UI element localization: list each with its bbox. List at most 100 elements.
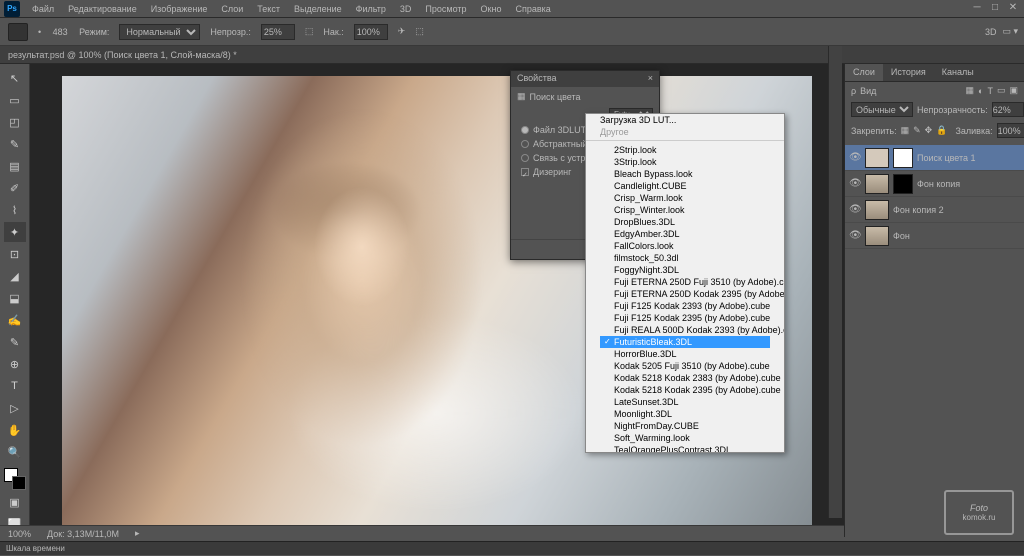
blur-tool[interactable]: ✎ — [4, 332, 26, 352]
lock-pos-icon[interactable]: ✥ — [925, 125, 933, 136]
lut-option[interactable]: Fuji REALA 500D Kodak 2393 (by Adobe).cu… — [600, 324, 770, 336]
marquee-tool[interactable]: ▭ — [4, 90, 26, 110]
filter-type-icon[interactable]: T — [987, 86, 993, 96]
layer-mask-thumb[interactable] — [893, 148, 913, 168]
layer-thumb[interactable] — [865, 226, 889, 246]
close-button[interactable]: ✕ — [1006, 2, 1020, 14]
lut-option[interactable]: filmstock_50.3dl — [600, 252, 770, 264]
menu-image[interactable]: Изображение — [145, 2, 214, 16]
layer-mask-thumb[interactable] — [893, 174, 913, 194]
lut-option[interactable]: Moonlight.3DL — [600, 408, 770, 420]
layer-name[interactable]: Фон копия — [917, 179, 960, 189]
lut-option[interactable]: Candlelight.CUBE — [600, 180, 770, 192]
heal-tool[interactable]: ⌇ — [4, 200, 26, 220]
fill-input[interactable] — [997, 123, 1024, 138]
lut-option[interactable]: Kodak 5218 Kodak 2395 (by Adobe).cube — [600, 384, 770, 396]
eyedropper-tool[interactable]: ✐ — [4, 178, 26, 198]
history-brush-tool[interactable]: ◢ — [4, 266, 26, 286]
layer-row[interactable]: 👁 Фон — [845, 223, 1024, 249]
lut-option[interactable]: Kodak 5218 Kodak 2383 (by Adobe).cube — [600, 372, 770, 384]
filter-adj-icon[interactable]: ◐ — [978, 86, 983, 96]
menu-edit[interactable]: Редактирование — [62, 2, 143, 16]
move-tool[interactable]: ↖ — [4, 68, 26, 88]
3d-mode[interactable]: 3D — [985, 27, 997, 37]
lut-option[interactable]: Kodak 5205 Fuji 3510 (by Adobe).cube — [600, 360, 770, 372]
layer-row[interactable]: 👁 Фон копия 2 — [845, 197, 1024, 223]
check-dither[interactable] — [521, 168, 529, 176]
radio-3dlut[interactable] — [521, 126, 529, 134]
layer-row[interactable]: 👁 Фон копия — [845, 171, 1024, 197]
blend-mode-select[interactable]: Обычные — [851, 102, 913, 117]
layer-filter-kind[interactable]: Вид — [860, 86, 876, 96]
collapsed-dock[interactable] — [828, 46, 842, 518]
visibility-icon[interactable]: 👁 — [849, 152, 861, 163]
lut-option[interactable]: Bleach Bypass.look — [600, 168, 770, 180]
lut-option[interactable]: Crisp_Winter.look — [600, 204, 770, 216]
filter-smart-icon[interactable]: ▣ — [1009, 85, 1018, 96]
dodge-tool[interactable]: ⊕ — [4, 354, 26, 374]
lut-option[interactable]: Fuji ETERNA 250D Kodak 2395 (by Adobe).c… — [600, 288, 770, 300]
minimize-button[interactable]: ─ — [970, 2, 984, 14]
tab-channels[interactable]: Каналы — [934, 64, 982, 81]
workspace-menu[interactable]: ▭ ▾ — [1002, 26, 1018, 37]
lut-option[interactable]: Fuji F125 Kodak 2395 (by Adobe).cube — [600, 312, 770, 324]
lut-option[interactable]: Fuji F125 Kodak 2393 (by Adobe).cube — [600, 300, 770, 312]
lut-option[interactable]: Crisp_Warm.look — [600, 192, 770, 204]
lasso-tool[interactable]: ◰ — [4, 112, 26, 132]
layer-thumb[interactable] — [865, 200, 889, 220]
menu-file[interactable]: Файл — [26, 2, 60, 16]
wand-tool[interactable]: ✎ — [4, 134, 26, 154]
maximize-button[interactable]: □ — [988, 2, 1002, 14]
path-tool[interactable]: ▷ — [4, 398, 26, 418]
menu-layer[interactable]: Слои — [215, 2, 249, 16]
document-tab[interactable]: результат.psd @ 100% (Поиск цвета 1, Сло… — [0, 46, 1024, 64]
zoom-tool[interactable]: 🔍 — [4, 442, 26, 462]
layer-row[interactable]: 👁 Поиск цвета 1 — [845, 145, 1024, 171]
zoom-value[interactable]: 100% — [8, 529, 31, 539]
timeline-bar[interactable]: Шкала времени — [0, 541, 1024, 555]
doc-size[interactable]: Док: 3,13M/11,0M — [47, 529, 119, 539]
lut-option[interactable]: HorrorBlue.3DL — [600, 348, 770, 360]
tab-layers[interactable]: Слои — [845, 64, 883, 81]
lock-pixel-icon[interactable]: ✎ — [913, 125, 921, 136]
lut-option[interactable]: DropBlues.3DL — [600, 216, 770, 228]
layer-name[interactable]: Фон — [893, 231, 910, 241]
lut-option[interactable]: Fuji ETERNA 250D Fuji 3510 (by Adobe).cu… — [600, 276, 770, 288]
filter-pixel-icon[interactable]: ▦ — [966, 85, 975, 96]
lut-option[interactable]: NightFromDay.CUBE — [600, 420, 770, 432]
layer-thumb[interactable] — [865, 174, 889, 194]
lut-option[interactable]: TealOrangePlusContrast.3DL — [600, 444, 770, 453]
layer-name[interactable]: Фон копия 2 — [893, 205, 944, 215]
layer-thumb[interactable] — [865, 148, 889, 168]
filter-shape-icon[interactable]: ▭ — [997, 85, 1006, 96]
lut-load[interactable]: Загрузка 3D LUT... — [586, 114, 784, 126]
lut-option[interactable]: EdgyAmber.3DL — [600, 228, 770, 240]
stamp-tool[interactable]: ⊡ — [4, 244, 26, 264]
lut-option[interactable]: FallColors.look — [600, 240, 770, 252]
visibility-icon[interactable]: 👁 — [849, 178, 861, 189]
menu-window[interactable]: Окно — [475, 2, 508, 16]
hand-tool[interactable]: ✋ — [4, 420, 26, 440]
lut-option[interactable]: 3Strip.look — [600, 156, 770, 168]
menu-select[interactable]: Выделение — [288, 2, 348, 16]
eraser-tool[interactable]: ⬓ — [4, 288, 26, 308]
lut-option[interactable]: LateSunset.3DL — [600, 396, 770, 408]
menu-help[interactable]: Справка — [509, 2, 556, 16]
lut-option[interactable]: 2Strip.look — [600, 144, 770, 156]
layer-opacity-input[interactable] — [992, 102, 1024, 117]
radio-devlink[interactable] — [521, 154, 529, 162]
lock-trans-icon[interactable]: ▦ — [901, 125, 910, 136]
flow-input[interactable] — [354, 24, 388, 40]
lut-option[interactable]: Soft_Warming.look — [600, 432, 770, 444]
menu-view[interactable]: Просмотр — [419, 2, 472, 16]
lut-option[interactable]: FuturisticBleak.3DL — [600, 336, 770, 348]
crop-tool[interactable]: ▤ — [4, 156, 26, 176]
gradient-tool[interactable]: ✍ — [4, 310, 26, 330]
type-tool[interactable]: T — [4, 376, 26, 396]
lut-option[interactable]: FoggyNight.3DL — [600, 264, 770, 276]
quickmask-toggle[interactable]: ▣ — [4, 492, 26, 512]
color-swatches[interactable] — [4, 468, 26, 490]
radio-abstract[interactable] — [521, 140, 529, 148]
menu-3d[interactable]: 3D — [394, 2, 418, 16]
tool-preset[interactable] — [8, 23, 28, 41]
